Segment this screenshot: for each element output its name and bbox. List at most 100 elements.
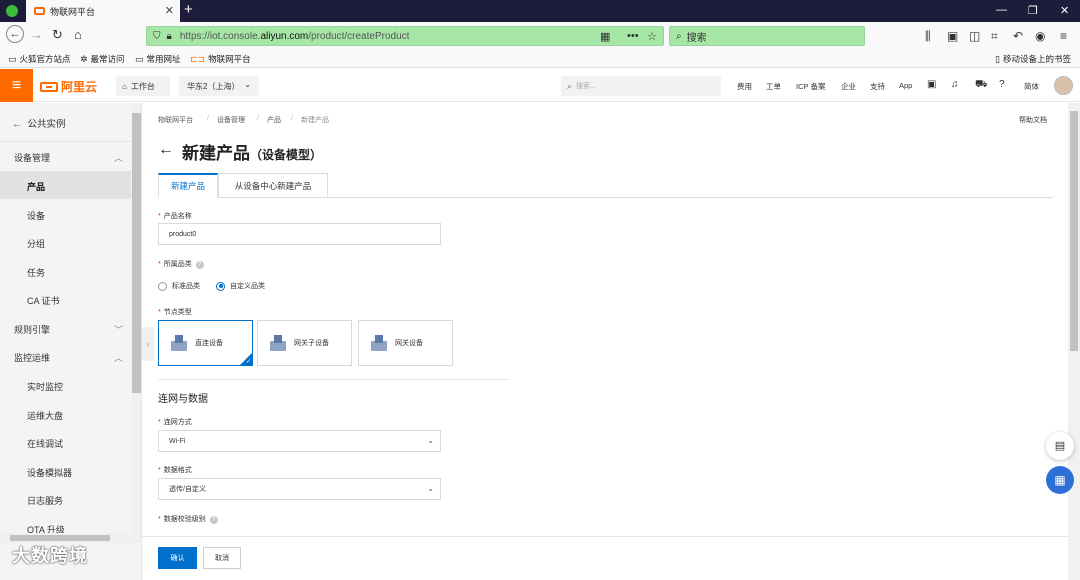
help-icon[interactable]: ?	[209, 516, 218, 524]
terminal-icon[interactable]: ▣	[927, 79, 936, 90]
sidebar-icon[interactable]: ▣	[947, 29, 958, 43]
chevron-up-icon: ︿	[114, 153, 124, 163]
scrollbar-thumb[interactable]	[1070, 111, 1078, 351]
tab-close-icon[interactable]: ✕	[165, 4, 174, 17]
bookmark-item[interactable]: ✲ 最常访问	[80, 53, 125, 65]
more-icon[interactable]: •••	[627, 30, 639, 42]
forward-arrow-icon[interactable]: →	[30, 27, 43, 42]
undo-icon[interactable]: ↶	[1013, 29, 1023, 43]
browser-search-input[interactable]: ⌕ 搜索	[669, 26, 865, 46]
sidebar-item-task[interactable]: 任务	[27, 266, 45, 279]
sidebar-item-monitor[interactable]: 实时监控	[27, 380, 63, 393]
cancel-button[interactable]: 取消	[203, 547, 241, 569]
chevron-down-icon: ⌄	[244, 80, 251, 89]
hamburger-menu-icon[interactable]: ≡	[1060, 29, 1067, 43]
reader-icon[interactable]: ◫	[969, 29, 980, 43]
sidebar-back-link[interactable]: ← 公共实例	[12, 116, 66, 130]
bookmark-star-icon[interactable]: ☆	[647, 30, 657, 43]
sidebar-group-ops[interactable]: 监控运维 ︿	[14, 351, 123, 364]
language-switch[interactable]: 简体	[1024, 81, 1039, 92]
tab-from-device-center[interactable]: 从设备中心新建产品	[218, 173, 328, 198]
bookmark-item[interactable]: ▭ 常用网址	[135, 53, 181, 65]
qr-code-icon[interactable]: ▦	[600, 30, 610, 43]
bookmark-item[interactable]: ▭ 火狐官方站点	[8, 53, 71, 65]
back-arrow-icon[interactable]: ←	[158, 141, 174, 159]
menu-icon[interactable]: ≡	[0, 69, 33, 102]
library-icon[interactable]: ⫼	[925, 29, 931, 44]
maximize-button[interactable]: ❐	[1028, 4, 1038, 17]
sidebar-item-product[interactable]: 产品	[27, 180, 45, 193]
chevron-down-icon: ﹀	[114, 325, 124, 335]
sidebar-item-debug[interactable]: 在线调试	[27, 437, 63, 450]
sidebar-item-group[interactable]: 分组	[27, 237, 45, 250]
aliyun-logo[interactable]: 阿里云	[40, 78, 97, 95]
page-scrollbar[interactable]	[1068, 103, 1080, 580]
sidebar-item-device[interactable]: 设备	[27, 209, 45, 222]
back-arrow-icon: ←	[12, 119, 22, 130]
apps-grid-icon[interactable]: ▦	[1046, 466, 1074, 494]
account-icon[interactable]: ◉	[1035, 29, 1045, 43]
radio-standard-category[interactable]: 标准品类	[158, 281, 200, 291]
back-arrow-icon[interactable]: ←	[6, 25, 24, 43]
nav-link-tickets[interactable]: 工单	[766, 81, 781, 92]
breadcrumb-separator: /	[291, 115, 293, 122]
breadcrumb-iot[interactable]: 物联网平台	[158, 115, 193, 125]
confirm-button[interactable]: 确认	[158, 547, 197, 569]
node-type-gateway-card[interactable]: 网关设备	[358, 320, 453, 366]
cart-icon[interactable]: ⛟	[975, 79, 988, 92]
sidebar-scrollbar[interactable]	[131, 103, 141, 543]
search-icon: ⌕	[567, 80, 573, 91]
mobile-bookmarks[interactable]: ▯ 移动设备上的书签	[995, 53, 1071, 65]
breadcrumb-device-mgmt[interactable]: 设备管理	[217, 115, 245, 125]
reload-icon[interactable]: ↻	[52, 27, 63, 43]
tab-new-product[interactable]: 新建产品	[158, 173, 218, 198]
sidebar-group-device[interactable]: 设备管理 ︿	[14, 151, 123, 164]
sidebar-active-highlight	[0, 171, 131, 199]
nav-link-fees[interactable]: 费用	[737, 81, 752, 92]
sidebar-group-rules[interactable]: 规则引擎 ﹀	[14, 323, 123, 336]
sidebar-item-ca[interactable]: CA 证书	[27, 294, 60, 307]
radio-custom-category[interactable]: 自定义品类	[216, 281, 265, 291]
bell-icon[interactable]: ♫	[951, 79, 959, 90]
workbench-button[interactable]: ⌂ 工作台	[116, 76, 170, 96]
category-label: * 所属品类?	[158, 259, 204, 269]
nav-link-support[interactable]: 支持	[870, 81, 885, 92]
chevron-down-icon: ⌄	[427, 484, 434, 493]
browser-tab[interactable]: 物联网平台 ✕	[26, 0, 180, 22]
sidebar-item-dashboard[interactable]: 运维大盘	[27, 409, 63, 422]
divider	[158, 379, 510, 380]
breadcrumb-product[interactable]: 产品	[267, 115, 281, 125]
radio-button[interactable]	[158, 281, 167, 291]
scrollbar-thumb[interactable]	[10, 535, 110, 541]
minimize-button[interactable]: —	[996, 4, 1007, 16]
help-icon[interactable]: ?	[195, 261, 204, 269]
chat-icon[interactable]: ▤	[1046, 432, 1074, 460]
sidebar-item-log[interactable]: 日志服务	[27, 494, 63, 507]
region-select[interactable]: 华东2（上海） ⌄	[179, 76, 259, 96]
product-name-input[interactable]: product0	[158, 223, 441, 245]
home-icon[interactable]: ⌂	[74, 27, 82, 42]
network-select[interactable]: Wi-Fi ⌄	[158, 430, 441, 452]
data-format-select[interactable]: 透传/自定义 ⌄	[158, 478, 441, 500]
nav-link-app[interactable]: App	[899, 81, 912, 90]
crop-icon[interactable]: ⌗	[991, 29, 998, 44]
help-doc-link[interactable]: 帮助文档	[1019, 115, 1047, 125]
scrollbar-thumb[interactable]	[132, 113, 141, 393]
url-bar[interactable]: ⛉ 🔒︎ https://iot.console.aliyun.com/prod…	[146, 26, 664, 46]
close-window-button[interactable]: ✕	[1060, 4, 1069, 17]
bookmark-item[interactable]: ⊏⊐ 物联网平台	[190, 53, 251, 65]
new-tab-button[interactable]: +	[184, 2, 193, 18]
nav-link-enterprise[interactable]: 企业	[841, 81, 856, 92]
console-search-input[interactable]: ⌕ 搜索...	[561, 76, 721, 96]
sidebar: ← 公共实例 设备管理 ︿ 产品 设备 分组 任务 CA 证书 规则引擎 ﹀ 监控运维…	[0, 103, 142, 580]
mobile-icon: ▯	[995, 53, 1000, 64]
console-header: ≡ 阿里云 ⌂ 工作台 华东2（上海） ⌄ ⌕ 搜索... 费用 工单 ICP 备案 …	[0, 69, 1080, 102]
radio-button-selected[interactable]	[216, 281, 225, 291]
avatar[interactable]	[1054, 76, 1073, 95]
node-type-subdevice-card[interactable]: 网关子设备	[257, 320, 352, 366]
sidebar-item-simulator[interactable]: 设备模拟器	[27, 466, 72, 479]
chevron-up-icon: ︿	[114, 353, 124, 363]
help-icon[interactable]: ?	[999, 79, 1005, 90]
nav-link-icp[interactable]: ICP 备案	[796, 81, 825, 92]
node-type-direct-card[interactable]: 直连设备 ✓	[158, 320, 253, 366]
